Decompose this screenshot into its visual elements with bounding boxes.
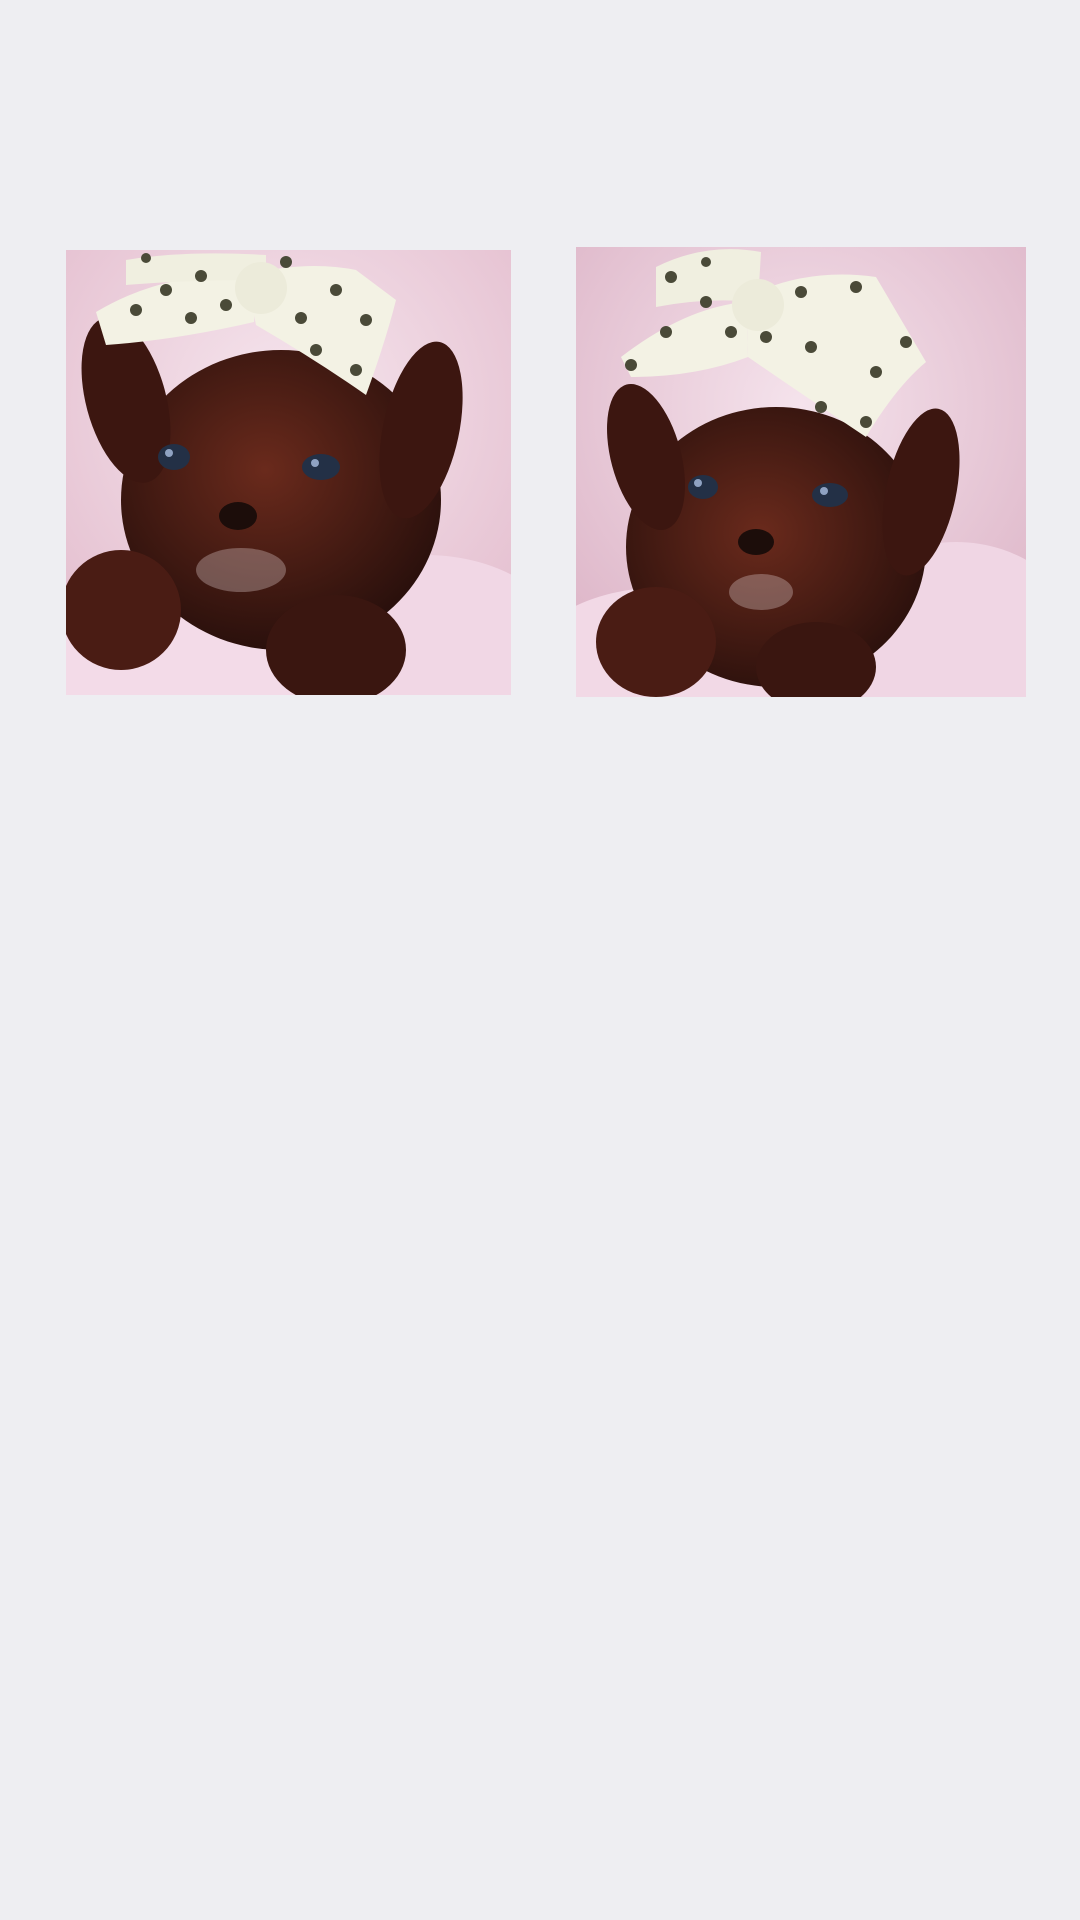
puppy-photo-2[interactable] [576,247,1026,697]
puppy-photo-1[interactable] [66,250,511,695]
puppy-image-2 [576,247,1026,697]
puppy-image-1 [66,250,511,695]
photo-gallery-screen [0,0,1080,1920]
